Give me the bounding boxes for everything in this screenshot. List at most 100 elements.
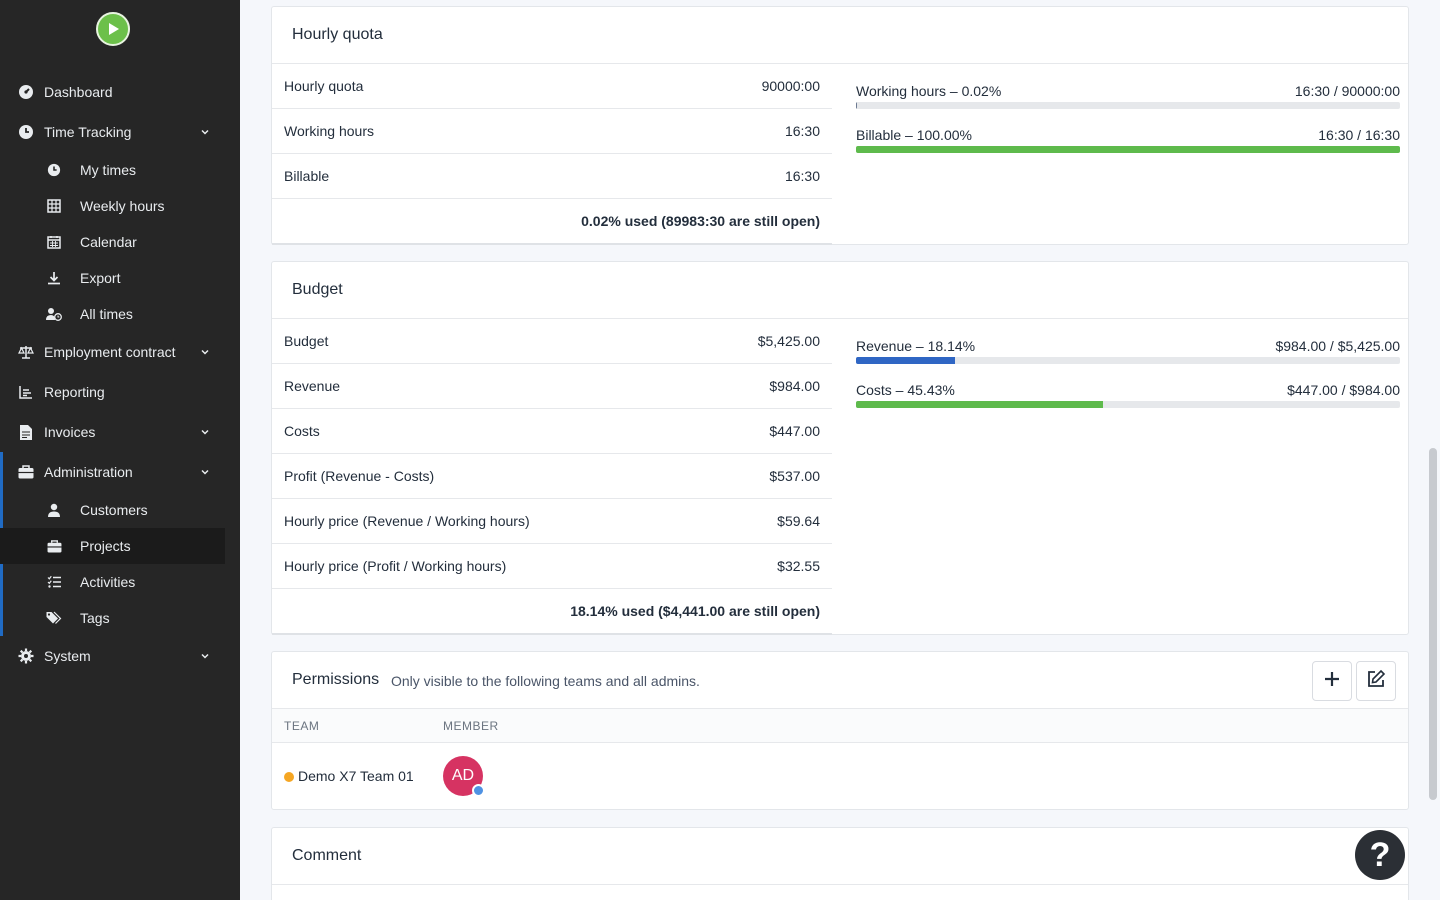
progress-track xyxy=(856,357,1400,364)
row-value: $5,425.00 xyxy=(757,333,820,349)
add-team-button[interactable] xyxy=(1312,661,1352,701)
nav-tags[interactable]: Tags xyxy=(0,600,225,636)
card-title: Permissions xyxy=(292,671,380,688)
table-row: Revenue $984.00 xyxy=(272,364,832,409)
row-value: 90000:00 xyxy=(761,78,820,94)
nav-employment-contract-label: Employment contract xyxy=(44,344,176,360)
row-value: 16:30 xyxy=(784,123,820,139)
nav-export-label: Export xyxy=(80,270,121,286)
card-header: Comment xyxy=(272,828,1408,885)
total-row: 0.02% used (89983:30 are still open) xyxy=(272,199,832,245)
briefcase-icon xyxy=(46,538,62,554)
column-header-team: TEAM xyxy=(284,719,320,733)
chevron-down-icon xyxy=(199,650,211,662)
table-row: Profit (Revenue - Costs) $537.00 xyxy=(272,454,832,499)
nav-invoices-label: Invoices xyxy=(44,424,96,440)
download-icon xyxy=(46,270,62,286)
calendar-icon xyxy=(46,234,62,250)
clock-icon xyxy=(46,162,62,178)
row-label: Budget xyxy=(284,333,329,349)
table-row: Hourly price (Profit / Working hours) $3… xyxy=(272,544,832,589)
nav-weekly-hours-label: Weekly hours xyxy=(80,198,165,214)
hourly-quota-card: Hourly quota Hourly quota 90000:00 Worki… xyxy=(271,6,1409,245)
logo-play-icon[interactable] xyxy=(96,12,130,46)
progress-label: Costs – 45.43% xyxy=(856,382,955,398)
chevron-down-icon xyxy=(199,126,211,138)
nav-customers[interactable]: Customers xyxy=(0,492,225,528)
row-value: $32.55 xyxy=(777,558,820,574)
question-icon: ? xyxy=(1369,835,1391,874)
table-row: Costs $447.00 xyxy=(272,409,832,454)
nav-tags-label: Tags xyxy=(80,610,110,626)
briefcase-icon xyxy=(18,464,34,480)
progress-label: Revenue – 18.14% xyxy=(856,338,976,354)
row-value: $537.00 xyxy=(769,468,820,484)
nav-activities-label: Activities xyxy=(80,574,136,590)
team-color-dot xyxy=(284,772,294,782)
help-button[interactable]: ? xyxy=(1355,830,1405,880)
nav-my-times[interactable]: My times xyxy=(0,152,225,188)
total-row: 18.14% used ($4,441.00 are still open) xyxy=(272,589,832,635)
nav-all-times[interactable]: All times xyxy=(0,296,225,332)
row-label: Working hours xyxy=(284,123,375,139)
nav-system[interactable]: System xyxy=(0,638,240,674)
tags-icon xyxy=(46,610,62,626)
invoice-icon xyxy=(18,424,34,440)
nav-projects-label: Projects xyxy=(80,538,131,554)
progress-revenue: Revenue – 18.14% $984.00 / $5,425.00 xyxy=(856,332,1400,366)
nav-reporting[interactable]: Reporting xyxy=(0,374,240,410)
chevron-down-icon xyxy=(199,346,211,358)
progress-value: 16:30 / 90000:00 xyxy=(1294,83,1400,99)
progress-label: Billable – 100.00% xyxy=(856,127,972,143)
nav-export[interactable]: Export xyxy=(0,260,225,296)
table-row: Hourly price (Revenue / Working hours) $… xyxy=(272,499,832,544)
progress-value: $447.00 / $984.00 xyxy=(1287,382,1400,398)
table-row: Billable 16:30 xyxy=(272,154,832,199)
nav-calendar[interactable]: Calendar xyxy=(0,224,225,260)
nav-projects[interactable]: Projects xyxy=(0,528,225,564)
chevron-down-icon xyxy=(199,426,211,438)
row-value: 16:30 xyxy=(784,168,820,184)
nav-time-tracking[interactable]: Time Tracking xyxy=(0,114,240,150)
nav-activities[interactable]: Activities xyxy=(0,564,225,600)
balance-scale-icon xyxy=(18,344,34,360)
nav-my-times-label: My times xyxy=(80,162,136,178)
permissions-card: Permissions Only visible to the followin… xyxy=(271,651,1409,810)
nav-calendar-label: Calendar xyxy=(80,234,137,250)
nav-weekly-hours[interactable]: Weekly hours xyxy=(0,188,225,224)
gear-icon xyxy=(18,648,34,664)
avatar-initials: AD xyxy=(451,767,475,784)
row-label: Hourly price (Revenue / Working hours) xyxy=(284,513,530,529)
row-label: Revenue xyxy=(284,378,341,394)
avatar-status-dot xyxy=(472,784,485,797)
team-name[interactable]: Demo X7 Team 01 xyxy=(298,768,414,784)
row-label: Profit (Revenue - Costs) xyxy=(284,468,435,484)
nav-dashboard[interactable]: Dashboard xyxy=(0,74,240,110)
nav-invoices[interactable]: Invoices xyxy=(0,414,240,450)
scrollbar-thumb[interactable] xyxy=(1429,448,1437,800)
progress-value: $984.00 / $5,425.00 xyxy=(1275,338,1400,354)
progress-working-hours: Working hours – 0.02% 16:30 / 90000:00 xyxy=(856,77,1400,111)
row-value: $984.00 xyxy=(769,378,820,394)
nav-customers-label: Customers xyxy=(80,502,148,518)
card-header: Budget xyxy=(272,262,1408,319)
edit-icon xyxy=(1366,669,1386,694)
nav-employment-contract[interactable]: Employment contract xyxy=(0,334,240,370)
table-row: Budget $5,425.00 xyxy=(272,319,832,364)
progress-track xyxy=(856,401,1400,408)
edit-permissions-button[interactable] xyxy=(1356,661,1396,701)
progress-track xyxy=(856,102,1400,109)
progress-fill xyxy=(856,401,1104,408)
comment-card: Comment xyxy=(271,827,1409,900)
total-value: 18.14% used ($4,441.00 are still open) xyxy=(570,603,820,619)
row-label: Hourly price (Profit / Working hours) xyxy=(284,558,507,574)
progress-fill xyxy=(856,357,955,364)
chevron-down-icon xyxy=(199,466,211,478)
progress-fill xyxy=(856,146,1400,153)
nav-reporting-label: Reporting xyxy=(44,384,105,400)
progress-billable: Billable – 100.00% 16:30 / 16:30 xyxy=(856,121,1400,155)
nav-administration[interactable]: Administration xyxy=(0,454,240,490)
tasks-icon xyxy=(46,574,62,590)
card-header: Hourly quota xyxy=(272,7,1408,64)
budget-card: Budget Budget $5,425.00 Revenue $984.00 … xyxy=(271,261,1409,635)
